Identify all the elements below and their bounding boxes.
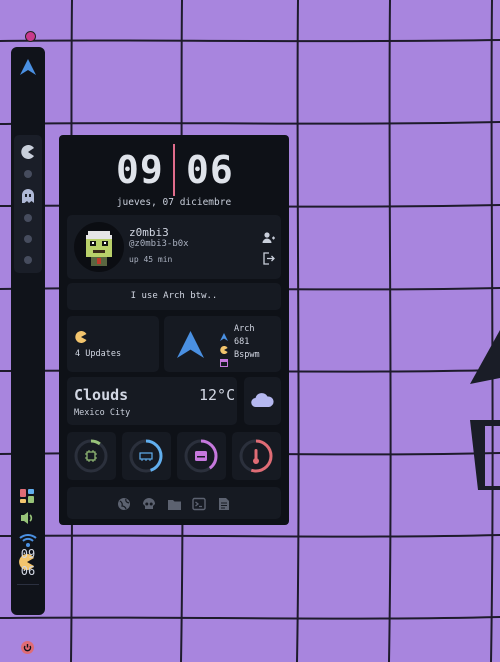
profile-handle: @z0mbi3-b0x xyxy=(129,239,189,249)
corner-indicator-dot xyxy=(25,31,36,42)
updates-text: 4 Updates xyxy=(75,349,122,359)
workspace-dot[interactable] xyxy=(24,214,32,222)
motto-text: I use Arch btw.. xyxy=(130,291,218,301)
volume-icon[interactable] xyxy=(19,510,35,530)
disk-stat xyxy=(177,432,226,480)
workspace-list xyxy=(14,135,42,273)
bar-clock-hour: 09 xyxy=(20,547,36,561)
cpu-stat xyxy=(67,432,116,480)
profile-name: z0mbi3 xyxy=(129,226,169,239)
app-dock xyxy=(67,487,281,519)
workspace-dot[interactable] xyxy=(24,256,32,264)
terminal-icon[interactable] xyxy=(192,496,206,515)
window-manager-name: Bspwm xyxy=(234,350,260,360)
user-switch-icon[interactable] xyxy=(262,229,275,248)
power-icon[interactable] xyxy=(21,641,34,654)
workspace-dot[interactable] xyxy=(24,170,32,178)
pacman-icon[interactable] xyxy=(21,144,35,163)
ghost-icon[interactable] xyxy=(21,188,35,207)
weather-icon-card xyxy=(244,377,281,425)
profile-card: z0mbi3 @z0mbi3-b0x up 45 min xyxy=(67,215,281,279)
system-info-card: Arch 681 Bspwm xyxy=(164,316,281,372)
layout-icon[interactable] xyxy=(19,488,35,508)
memory-ring xyxy=(129,439,163,473)
clock-date: jueves, 07 diciembre xyxy=(116,197,232,208)
weather-city: Mexico City xyxy=(74,408,131,418)
dashboard-panel: 09 06 jueves, 07 diciembre z0mbi3 @z0mbi… xyxy=(59,135,289,525)
globe-icon[interactable] xyxy=(117,496,131,515)
arch-logo-icon[interactable] xyxy=(20,59,36,79)
weather-temperature: 12°C xyxy=(199,386,236,404)
package-count: 681 xyxy=(234,337,250,347)
cloud-icon xyxy=(251,392,274,412)
dashboard-clock: 09 06 xyxy=(59,144,289,198)
profile-uptime: up 45 min xyxy=(129,255,173,264)
disk-ring xyxy=(184,439,218,473)
motto-card: I use Arch btw.. xyxy=(67,283,281,310)
workspace-dot[interactable] xyxy=(24,235,32,243)
updates-card[interactable]: 4 Updates xyxy=(67,316,159,372)
temperature-stat xyxy=(232,432,281,480)
clock-separator xyxy=(173,144,175,196)
side-bar: 09 06 xyxy=(11,47,45,654)
pacman-icon xyxy=(75,328,87,347)
window-manager-icon xyxy=(220,352,228,371)
bar-divider xyxy=(17,584,39,585)
cpu-ring xyxy=(74,439,108,473)
zombie-pixel-avatar xyxy=(74,222,124,272)
bar-clock-minute: 06 xyxy=(20,564,36,578)
distro-name: Arch xyxy=(234,324,255,334)
weather-condition: Clouds xyxy=(74,386,129,404)
weather-card: Clouds 12°C Mexico City xyxy=(67,377,237,425)
notes-icon[interactable] xyxy=(217,496,231,515)
clock-minute: 06 xyxy=(186,148,234,192)
arch-logo-icon xyxy=(177,331,204,362)
temperature-ring xyxy=(239,439,273,473)
skull-icon[interactable] xyxy=(142,496,156,515)
memory-stat xyxy=(122,432,171,480)
clock-hour: 09 xyxy=(116,148,164,192)
logout-icon[interactable] xyxy=(262,250,275,269)
folder-icon[interactable] xyxy=(167,496,182,515)
